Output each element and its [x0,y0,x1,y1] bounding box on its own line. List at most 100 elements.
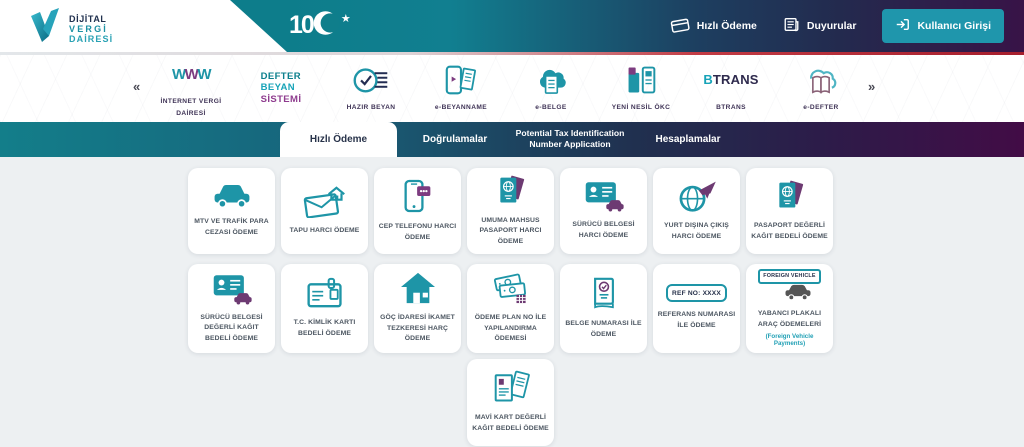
service-item-yeni-nesil-okc[interactable]: YENİ NESİL ÖKC [596,55,686,122]
globe-plane-icon [677,179,717,213]
service-item-label: YENİ NESİL ÖKC [612,102,671,113]
tab-label: Doğrulamalar [423,133,487,146]
tab-label: Potential Tax Identification Number Appl… [503,128,637,150]
card-belge-numarasi[interactable]: BELGE NUMARASI İLE ÖDEME [560,264,647,353]
star-icon: ★ [341,12,351,25]
user-login-label: Kullanıcı Girişi [917,20,991,32]
newspaper-icon [783,16,800,36]
card-odeme-plan-no[interactable]: ÖDEME PLAN NO İLE YAPILANDIRMA ÖDEMESİ [467,264,554,353]
logo-line-1: DİJİTAL [69,14,113,24]
service-item-label: e-BEYANNAME [435,102,487,113]
card-yurt-disina-cikis-harci[interactable]: YURT DIŞINA ÇIKIŞ HARCI ÖDEME [653,168,740,254]
passport-icon [774,179,806,213]
tab-dogrulamalar[interactable]: Doğrulamalar [398,122,512,157]
header-link-hizli-odeme[interactable]: Hızlı Ödeme [670,17,757,36]
tab-potential-tax-id-application[interactable]: Potential Tax Identification Number Appl… [503,122,637,157]
card-label: MAVİ KART DEĞERLİ KAĞIT BEDELİ ÖDEME [471,413,550,434]
card-label: PASAPORT DEĞERLİ KAĞIT BEDELİ ÖDEME [750,221,829,242]
www-logo: WWW [172,57,210,91]
carousel-next-arrow[interactable]: » [868,79,875,94]
services-carousel: « WWW İNTERNET VERGİ DAİRESİ DEFTERBEYAN… [0,55,1024,122]
header-link-label: Duyurular [807,20,857,32]
service-item-label: HAZIR BEYAN [347,102,396,113]
logo-line-2: VERGİ [69,24,113,34]
service-item-btrans[interactable]: BTRANS BTRANS [686,55,776,122]
cards-row: MAVİ KART DEĞERLİ KAĞIT BEDELİ ÖDEME [467,359,554,446]
card-mavi-kart-degerli-kagit[interactable]: MAVİ KART DEĞERLİ KAĞIT BEDELİ ÖDEME [467,359,554,446]
card-label: ÖDEME PLAN NO İLE YAPILANDIRMA ÖDEMESİ [471,313,550,345]
credit-card-icon [670,17,690,36]
e-belge-icon [533,63,569,97]
user-login-button[interactable]: Kullanıcı Girişi [882,9,1004,43]
card-surucu-belgesi-harci[interactable]: SÜRÜCÜ BELGESİ HARCI ÖDEME [560,168,647,254]
card-umuma-mahsus-pasaport-harci[interactable]: UMUMA MAHSUS PASAPORT HARCI ÖDEME [467,168,554,254]
license-car-icon [211,272,253,305]
service-item-label: e-DEFTER [803,102,838,113]
service-item-label: e-BELGE [535,102,566,113]
card-label: T.C. KİMLİK KARTI BEDELİ ÖDEME [285,318,364,339]
card-cep-telefonu-harci[interactable]: CEP TELEFONU HARCI ÖDEME [374,168,461,254]
centennial-10-text: 10 [289,13,313,38]
service-item-e-defter[interactable]: e-DEFTER [776,55,866,122]
tab-label: Hesaplamalar [655,133,720,146]
ref-badge-icon: REF NO: XXXX [666,284,727,302]
digital-tax-office-page: DİJİTAL VERGİ DAİRESİ 10 ★ Hızlı Ödeme [0,0,1024,447]
house-icon [399,271,437,305]
card-referans-numarasi[interactable]: REF NO: XXXX REFERANS NUMARASI İLE ÖDEME [653,264,740,353]
header-link-duyurular[interactable]: Duyurular [783,16,857,36]
hazir-beyan-icon [352,63,390,97]
v-logo-icon [28,7,62,49]
card-mtv-trafik-cezasi[interactable]: MTV VE TRAFİK PARA CEZASI ÖDEME [188,168,275,254]
book-check-icon [588,275,620,311]
card-tapu-harci[interactable]: TAPU HARCI ÖDEME [281,168,368,254]
card-tc-kimlik-karti[interactable]: T.C. KİMLİK KARTI BEDELİ ÖDEME [281,264,368,353]
defter-beyan-logo: DEFTERBEYANSİSTEMİ [261,71,302,105]
services-items: WWW İNTERNET VERGİ DAİRESİ DEFTERBEYANSİ… [146,55,866,122]
cards-row: MTV VE TRAFİK PARA CEZASI ÖDEME TAPU HAR… [188,168,833,254]
service-item-defter-beyan-sistemi[interactable]: DEFTERBEYANSİSTEMİ [236,55,326,122]
card-label: GÖÇ İDARESİ İKAMET TEZKERESİ HARÇ ÖDEME [378,313,457,345]
docs-icon [492,369,530,405]
license-car-icon [583,179,625,212]
service-item-label: BTRANS [716,102,746,113]
card-label: UMUMA MAHSUS PASAPORT HARCI ÖDEME [471,216,550,248]
banknotes-icon [490,271,532,305]
login-icon [895,17,910,35]
header-actions: Hızlı Ödeme Duyurular Kullanıcı Girişi [670,0,1004,52]
service-item-hazir-beyan[interactable]: HAZIR BEYAN [326,55,416,122]
foreign-vehicle-icon: FOREIGN VEHICLE [758,269,820,301]
card-goc-idaresi-ikamet[interactable]: GÖÇ İDARESİ İKAMET TEZKERESİ HARÇ ÖDEME [374,264,461,353]
card-pasaport-degerli-kagit[interactable]: PASAPORT DEĞERLİ KAĞIT BEDELİ ÖDEME [746,168,833,254]
service-item-e-beyanname[interactable]: e-BEYANNAME [416,55,506,122]
service-item-label: İNTERNET VERGİ DAİRESİ [156,96,226,118]
tab-hesaplamalar[interactable]: Hesaplamalar [640,122,736,157]
card-label: TAPU HARCI ÖDEME [290,226,360,237]
card-yabanci-plakali-arac[interactable]: FOREIGN VEHICLE YABANCI PLAKALI ARAÇ ÖDE… [746,264,833,353]
okc-icon [624,63,658,97]
tab-hizli-odeme[interactable]: Hızlı Ödeme [280,122,397,157]
card-label: YABANCI PLAKALI ARAÇ ÖDEMELERİ [750,309,829,330]
card-label: REFERANS NUMARASI İLE ÖDEME [657,310,736,331]
tab-bar: Hızlı Ödeme Doğrulamalar Potential Tax I… [0,122,1024,157]
card-surucu-belgesi-degerli-kagit[interactable]: SÜRÜCÜ BELGESİ DEĞERLİ KAĞIT BEDELİ ÖDEM… [188,264,275,353]
phone-chat-icon [403,178,433,214]
card-sublabel: (Foreign Vehicle Payments) [750,333,829,347]
quick-pay-content: MTV VE TRAFİK PARA CEZASI ÖDEME TAPU HAR… [0,157,1024,447]
logo-line-3: DAİRESİ [69,34,113,44]
centennial-100-logo: 10 ★ [289,9,351,42]
app-logo: DİJİTAL VERGİ DAİRESİ [28,7,113,49]
card-label: MTV VE TRAFİK PARA CEZASI ÖDEME [192,217,271,238]
app-logo-text: DİJİTAL VERGİ DAİRESİ [69,12,113,44]
btrans-logo: BTRANS [703,63,758,97]
carousel-prev-arrow[interactable]: « [133,79,140,94]
service-item-e-belge[interactable]: e-BELGE [506,55,596,122]
ref-no-badge-text: REF NO: XXXX [666,284,727,302]
cards-row: SÜRÜCÜ BELGESİ DEĞERLİ KAĞIT BEDELİ ÖDEM… [188,264,833,353]
service-item-internet-vergi-dairesi[interactable]: WWW İNTERNET VERGİ DAİRESİ [146,55,236,122]
card-label: BELGE NUMARASI İLE ÖDEME [564,319,643,340]
header-link-label: Hızlı Ödeme [697,20,757,32]
e-defter-icon [802,63,840,97]
car-icon [211,182,253,209]
tab-label: Hızlı Ödeme [310,133,367,146]
card-label: SÜRÜCÜ BELGESİ HARCI ÖDEME [564,220,643,241]
